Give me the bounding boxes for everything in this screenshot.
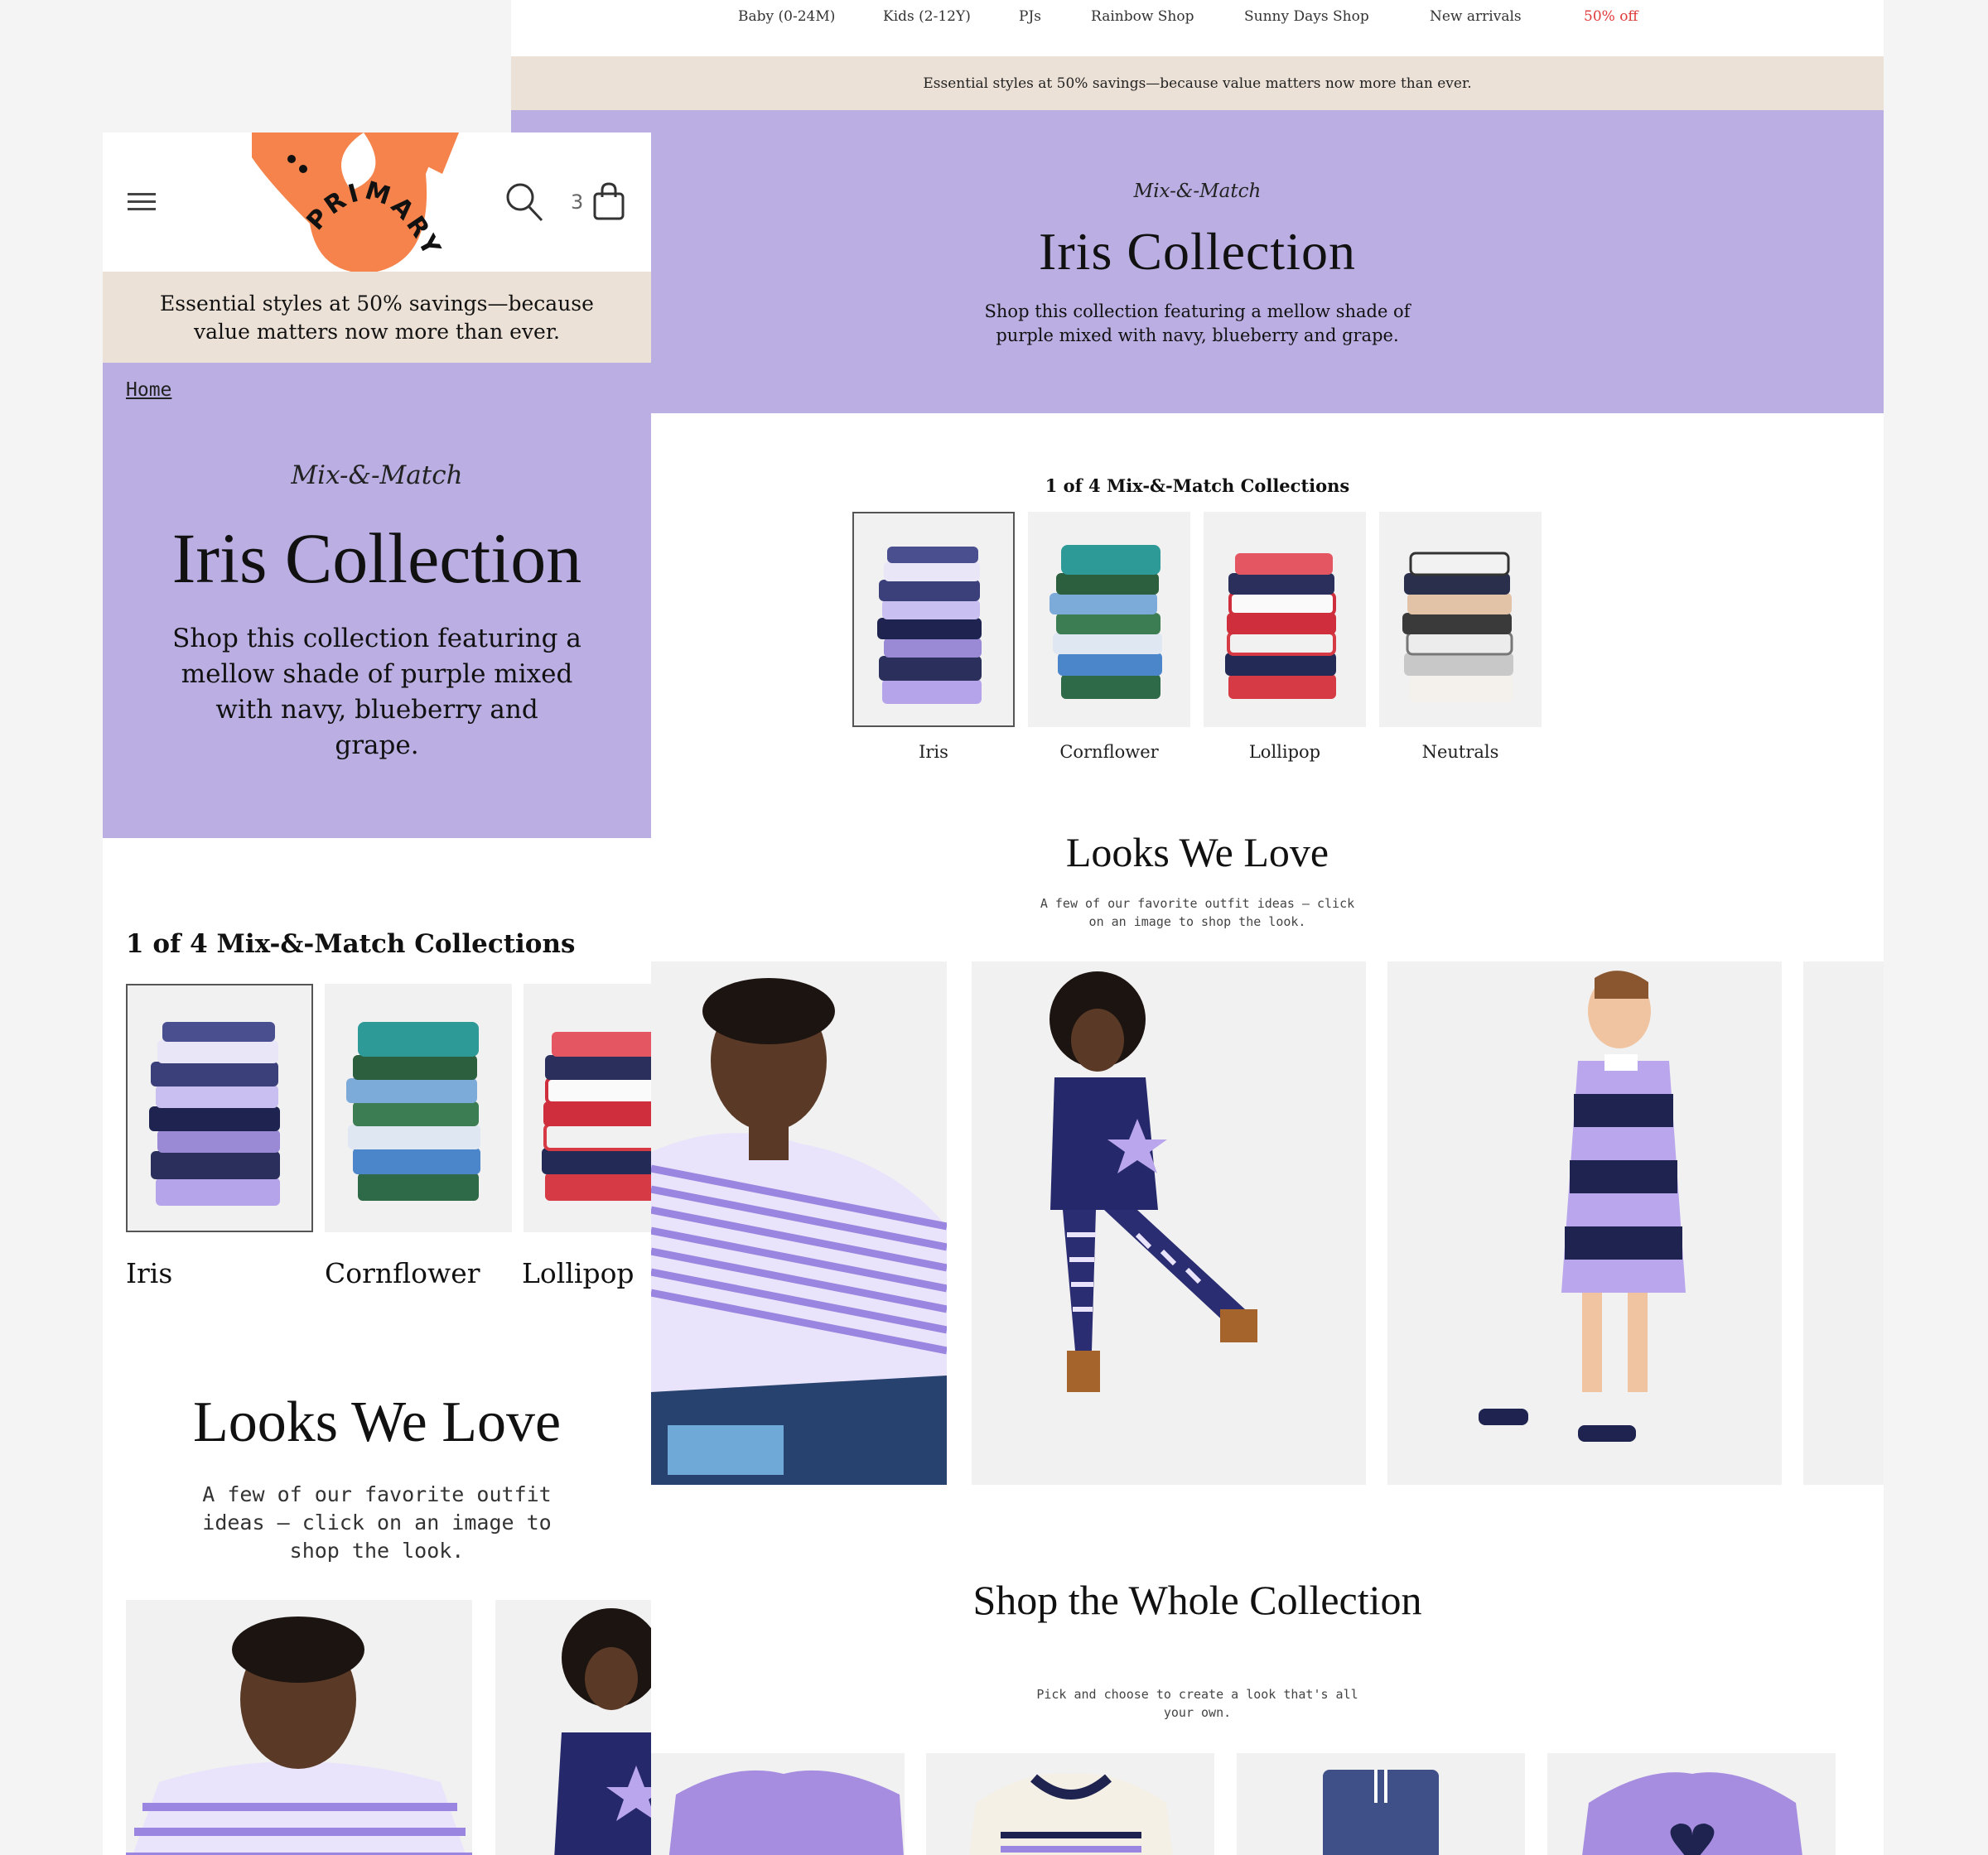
product-image-navy-pants — [1323, 1770, 1439, 1855]
looks-subtitle: A few of our favorite outfit ideas — cli… — [202, 1482, 552, 1563]
nav-link-kids[interactable]: Kids (2-12Y) — [883, 8, 971, 25]
breadcrumb-home[interactable]: Home — [126, 379, 171, 401]
hero-kicker: Mix-&-Match — [291, 460, 463, 490]
shopping-bag-icon[interactable] — [593, 182, 625, 220]
search-icon[interactable] — [505, 182, 543, 222]
lollipop-stack-image — [542, 1032, 651, 1201]
nav-link-baby[interactable]: Baby (0-24M) — [738, 8, 835, 25]
nav-link-sunny-days-shop[interactable]: Sunny Days Shop — [1244, 8, 1369, 25]
shop-collection-subtitle: Pick and choose to create a look that's … — [1036, 1687, 1358, 1720]
collections-heading: 1 of 4 Mix-&-Match Collections — [126, 929, 576, 959]
look-image-girl-star-sweater — [554, 1608, 651, 1855]
collection-label-iris[interactable]: Iris — [126, 1257, 172, 1289]
mobile-page: PRIMARY 3 Essential styles at 50% saving… — [103, 132, 651, 1855]
neutrals-stack-image — [1402, 552, 1513, 702]
looks-subtitle: A few of our favorite outfit ideas — cli… — [1040, 896, 1355, 929]
mobile-header: PRIMARY 3 — [103, 132, 651, 272]
collection-card-neutrals[interactable] — [1379, 512, 1542, 727]
product-image-striped-sweater — [969, 1773, 1173, 1855]
product-image-heart-tee — [1582, 1772, 1802, 1855]
look-image-boy-striped-sweater — [126, 1616, 472, 1855]
shop-collection-title: Shop the Whole Collection — [972, 1577, 1422, 1623]
collection-label-neutrals[interactable]: Neutrals — [1379, 742, 1542, 762]
iris-stack-image — [877, 547, 982, 704]
hero-kicker: Mix-&-Match — [1133, 181, 1262, 202]
collection-label-lollipop[interactable]: Lollipop — [522, 1257, 635, 1289]
desktop-page: Baby (0-24M) Kids (2-12Y) PJs Rainbow Sh… — [511, 0, 1884, 1855]
collection-card-iris[interactable] — [126, 984, 313, 1232]
page-title: Iris Collection — [1039, 222, 1356, 281]
product-tile-1[interactable] — [651, 1753, 905, 1855]
collection-card-lollipop[interactable] — [1204, 512, 1366, 727]
collection-card-lollipop[interactable] — [524, 984, 651, 1232]
collection-label-lollipop[interactable]: Lollipop — [1204, 742, 1366, 762]
primary-logo[interactable]: PRIMARY — [227, 132, 492, 272]
cart-count: 3 — [571, 190, 584, 214]
iris-stack-image — [149, 1022, 280, 1206]
collection-label-iris[interactable]: Iris — [852, 742, 1015, 762]
lollipop-stack-image — [1225, 553, 1336, 699]
hero-banner: Home Mix-&-Match Iris Collection Shop th… — [103, 363, 651, 838]
look-image-girl-star-sweater — [1049, 971, 1257, 1392]
collection-card-cornflower[interactable] — [325, 984, 512, 1232]
look-card-1[interactable] — [126, 1600, 472, 1855]
nav-link-rainbow-shop[interactable]: Rainbow Shop — [1091, 8, 1194, 25]
promo-banner: Essential styles at 50% savings—because … — [511, 56, 1884, 110]
look-card-2[interactable] — [495, 1600, 651, 1855]
cornflower-stack-image — [1049, 545, 1162, 699]
cornflower-stack-image — [346, 1022, 480, 1201]
product-tile-3[interactable] — [1237, 1753, 1525, 1855]
menu-icon[interactable] — [128, 192, 157, 214]
look-card-1[interactable] — [651, 961, 947, 1485]
look-image-boy-rugby-dress — [1479, 971, 1686, 1442]
page-title: Iris Collection — [171, 518, 582, 598]
collection-card-iris[interactable] — [852, 512, 1015, 727]
look-card-4[interactable] — [1803, 961, 1884, 1485]
collections-heading: 1 of 4 Mix-&-Match Collections — [1045, 475, 1350, 496]
hero-description: Shop this collection featuring a mellow … — [172, 624, 581, 760]
hero-banner: Mix-&-Match Iris Collection Shop this co… — [511, 110, 1884, 413]
product-tile-4[interactable] — [1547, 1753, 1836, 1855]
collection-label-cornflower[interactable]: Cornflower — [325, 1257, 480, 1289]
collection-label-cornflower[interactable]: Cornflower — [1028, 742, 1190, 762]
looks-title: Looks We Love — [1065, 829, 1329, 875]
collection-card-cornflower[interactable] — [1028, 512, 1190, 727]
nav-link-new-arrivals[interactable]: New arrivals — [1430, 8, 1522, 25]
look-image-boy-striped-sweater — [651, 978, 947, 1485]
desktop-top-nav: Baby (0-24M) Kids (2-12Y) PJs Rainbow Sh… — [511, 0, 1884, 56]
hero-description: Shop this collection featuring a mellow … — [984, 301, 1411, 345]
product-image-purple-tee — [668, 1770, 904, 1855]
promo-banner: Essential styles at 50% savings—because … — [103, 272, 651, 363]
nav-link-sale[interactable]: 50% off — [1584, 8, 1638, 25]
nav-link-pjs[interactable]: PJs — [1019, 8, 1041, 25]
product-tile-2[interactable] — [926, 1753, 1214, 1855]
looks-title: Looks We Love — [192, 1390, 562, 1454]
look-card-3[interactable] — [1387, 961, 1782, 1485]
look-card-2[interactable] — [972, 961, 1366, 1485]
